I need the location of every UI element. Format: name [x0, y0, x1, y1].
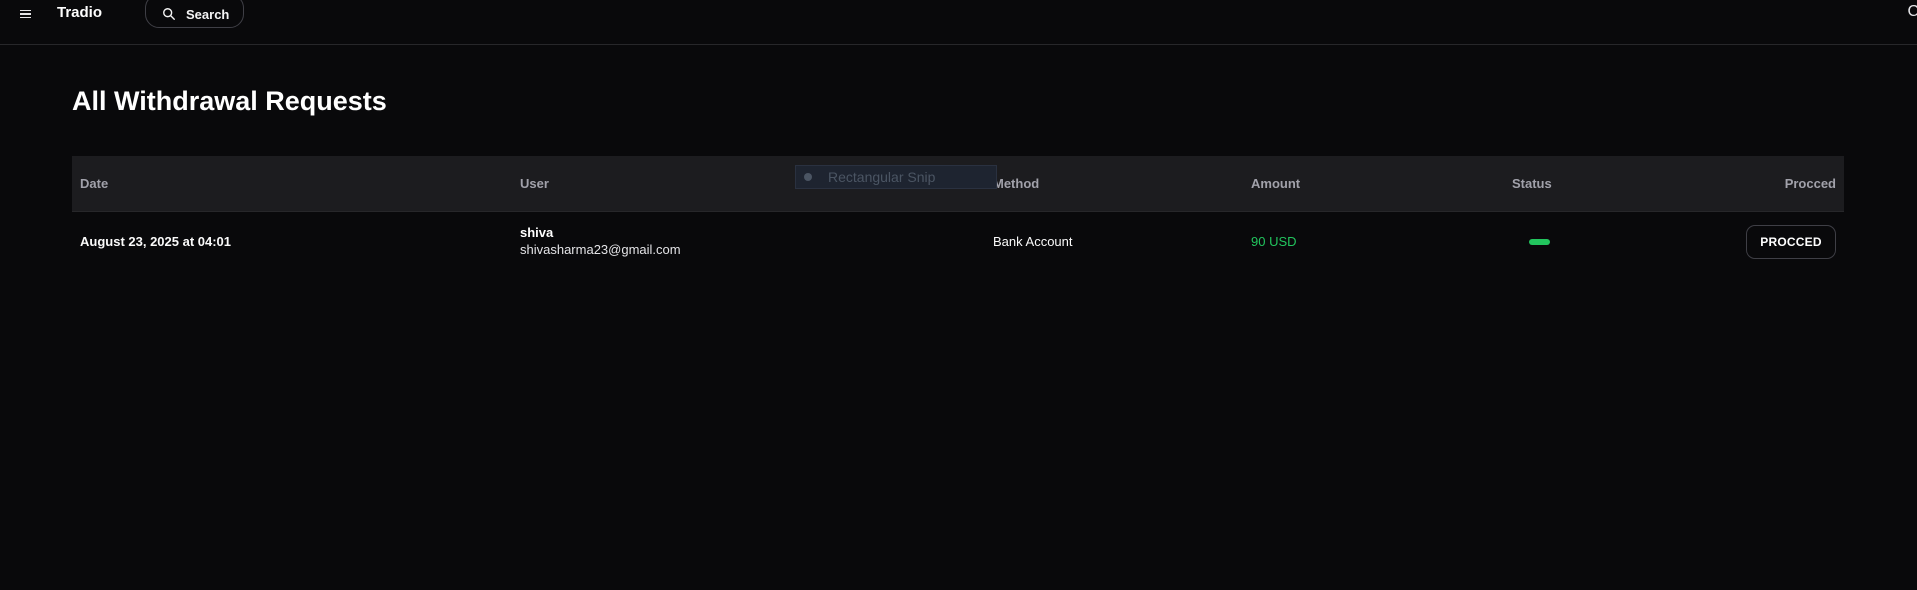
- snip-mode-label: Rectangular Snip: [828, 169, 936, 185]
- header-corner-text[interactable]: C: [1907, 3, 1917, 21]
- column-header-status: Status: [1512, 176, 1552, 191]
- row-amount: 90 USD: [1251, 234, 1297, 249]
- row-date: August 23, 2025 at 04:01: [80, 234, 232, 249]
- search-icon: [163, 8, 175, 20]
- search-button[interactable]: Search: [145, 0, 244, 28]
- rectangular-snip-overlay[interactable]: Rectangular Snip: [795, 165, 997, 189]
- snip-mode-icon: [804, 173, 812, 181]
- row-user: shiva shivasharma23@gmail.com: [520, 225, 681, 257]
- hamburger-menu-icon[interactable]: [18, 6, 34, 22]
- search-label: Search: [186, 6, 230, 22]
- proceed-button[interactable]: PROCCED: [1746, 225, 1836, 259]
- table-row: August 23, 2025 at 04:01 shiva shivashar…: [72, 212, 1844, 270]
- column-header-user: User: [520, 176, 549, 191]
- column-header-amount: Amount: [1251, 176, 1301, 191]
- status-indicator: [1529, 239, 1550, 245]
- row-user-name: shiva: [520, 225, 554, 240]
- brand-logo-text[interactable]: Tradio: [57, 4, 102, 21]
- page-title: All Withdrawal Requests: [72, 86, 387, 116]
- column-header-method: Method: [993, 176, 1040, 191]
- column-header-proceed: Procced: [1784, 176, 1836, 191]
- column-header-date: Date: [80, 176, 109, 191]
- top-navigation-bar: Tradio Search C: [0, 0, 1917, 45]
- row-user-email: shivasharma23@gmail.com: [520, 242, 681, 257]
- row-method: Bank Account: [993, 234, 1073, 249]
